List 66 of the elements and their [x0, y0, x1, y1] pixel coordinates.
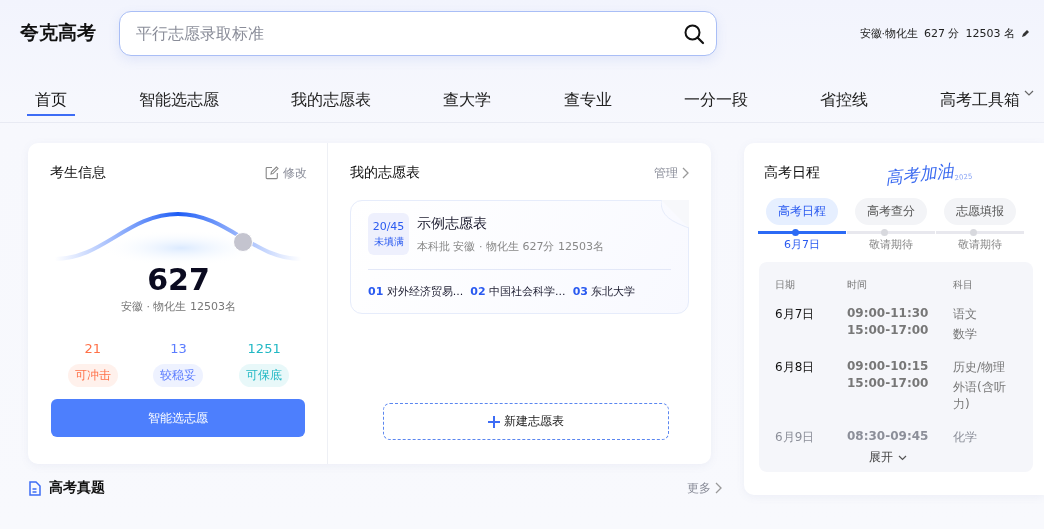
new-list-button[interactable]: 新建志愿表	[383, 403, 669, 440]
smart-select-button[interactable]: 智能选志愿	[51, 399, 305, 437]
region-text: 安徽·物化生	[859, 25, 918, 41]
table-cell-text: 6月7日	[775, 306, 816, 323]
list-name: 示例志愿表	[417, 215, 488, 233]
column-header: 日期	[775, 278, 796, 292]
schedule-tab[interactable]: 高考日程 6月7日	[758, 198, 846, 252]
score-text: 627 分	[924, 25, 960, 41]
schedule-tab[interactable]: 志愿填报 敬请期待	[936, 198, 1024, 252]
nav-tab[interactable]: 查专业	[555, 88, 620, 116]
manage-link[interactable]: 管理	[654, 164, 689, 182]
search-field[interactable]: 平行志愿录取标准	[119, 10, 717, 56]
column-header: 时间	[847, 278, 868, 292]
search-icon[interactable]	[683, 22, 705, 45]
table-cell-text: 6月8日	[775, 359, 816, 376]
table-cell-text: 15:00-17:00	[847, 323, 930, 337]
rank-text: 12503 名	[965, 25, 1015, 41]
table-cell-text: 08:30-09:45	[847, 429, 930, 443]
table-cell-text: 6月9日	[775, 429, 816, 446]
column-header: 科目	[953, 278, 974, 292]
nav-tab[interactable]: 首页	[27, 88, 75, 116]
card-title: 我的志愿表	[350, 164, 420, 182]
stat-tag: 较稳妥	[153, 364, 204, 387]
schedule-tab[interactable]: 高考查分 敬请期待	[847, 198, 935, 252]
expand-button[interactable]: 展开	[869, 449, 907, 466]
chevron-right-icon	[682, 167, 689, 179]
table-cell-text: 09:00-11:30	[847, 306, 930, 320]
progress-badge: 20/45 未填满	[368, 213, 409, 255]
stat-tag: 可保底	[239, 364, 290, 387]
table-cell-text: 09:00-10:15	[847, 359, 930, 373]
nav-tab[interactable]: 省控线	[811, 88, 876, 116]
document-icon	[28, 480, 41, 496]
nav-tab[interactable]: 我的志愿表	[283, 88, 380, 116]
chevron-right-icon	[715, 482, 722, 494]
school-item: 03 东北大学	[572, 284, 636, 299]
list-meta: 本科批 安徽 · 物化生 627分 12503名	[417, 239, 604, 254]
table-cell-text: 历史/物理	[953, 359, 1007, 376]
table-cell-text: 外语(含听力)	[953, 379, 1007, 413]
table-cell-text: 15:00-17:00	[847, 376, 930, 390]
logo: 夸克高考	[20, 20, 97, 45]
stat-tag: 可冲击	[67, 364, 118, 387]
edit-icon	[265, 166, 279, 180]
edit-link[interactable]: 修改	[265, 164, 307, 182]
score-detail: 安徽 · 物化生 12503名	[120, 299, 237, 314]
school-item: 01 对外经济贸易...	[368, 284, 464, 299]
score-value: 627	[146, 262, 211, 297]
nav-tab[interactable]: 查大学	[435, 88, 500, 116]
list-card[interactable]: 20/45 未填满 示例志愿表 本科批 安徽 · 物化生 627分 12503名 01 对外经济贸易... 02 中国社会科学... 03 东北大学	[350, 200, 689, 314]
card-title: 高考日程	[764, 164, 820, 182]
page-fold-icon	[661, 200, 689, 228]
stat-count: 1251	[247, 341, 281, 356]
table-cell-text: 语文	[953, 306, 978, 323]
table-cell-text: 数学	[953, 326, 978, 343]
school-item: 02 中国社会科学...	[470, 284, 566, 299]
nav-tab[interactable]: 一分一段	[675, 88, 756, 116]
plus-icon	[488, 415, 500, 428]
section-title: 高考真题	[49, 479, 105, 497]
card-title: 考生信息	[50, 164, 106, 182]
slogan-text: 高考加油	[884, 159, 955, 189]
chevron-down-icon	[898, 454, 907, 461]
table-cell-text: 化学	[953, 429, 978, 446]
nav-tab[interactable]: 高考工具箱	[932, 88, 1042, 116]
pencil-icon[interactable]	[1021, 28, 1030, 38]
stat-count: 21	[84, 341, 102, 356]
nav-tab[interactable]: 智能选志愿	[131, 88, 228, 116]
stat-count: 13	[170, 341, 187, 356]
